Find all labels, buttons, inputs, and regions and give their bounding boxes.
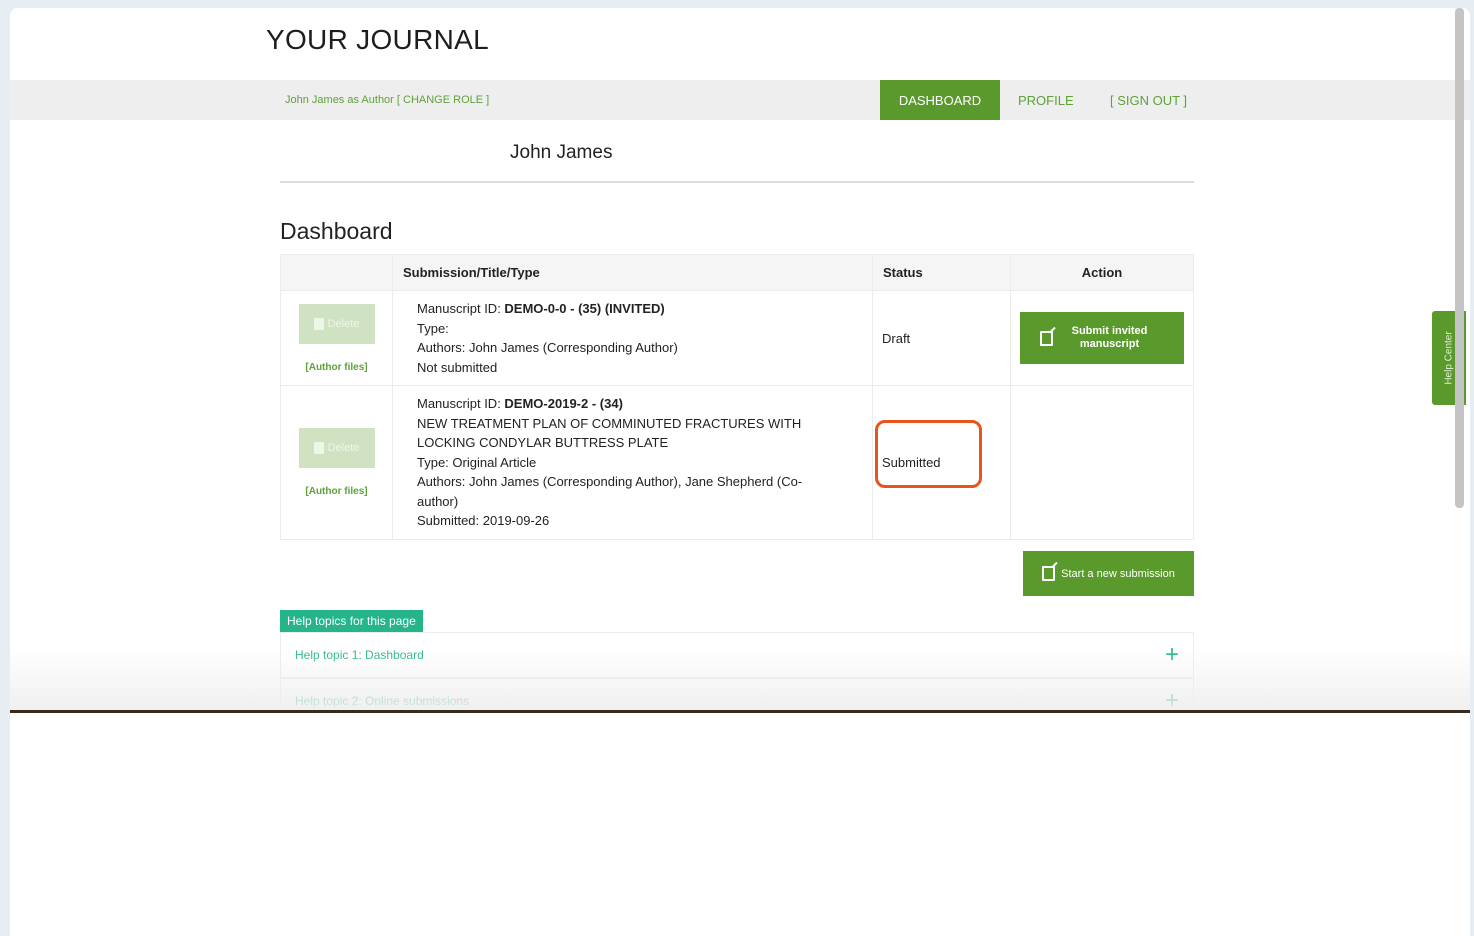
- table-row: Delete [Author files] Manuscript ID: DEM…: [280, 290, 1194, 386]
- help-center-label: Help Center: [1443, 331, 1455, 385]
- submission-details: Manuscript ID: DEMO-2019-2 - (34) NEW TR…: [392, 385, 873, 540]
- submissions-table: Submission/Title/Type Status Action Dele…: [280, 254, 1194, 540]
- browser-frame: YOUR JOURNAL John James as Author [ CHAN…: [10, 8, 1470, 936]
- plus-icon[interactable]: +: [1165, 687, 1179, 712]
- manuscript-id-line: Manuscript ID: DEMO-2019-2 - (34): [417, 394, 862, 414]
- trash-icon: [313, 317, 324, 330]
- nav-profile-link[interactable]: PROFILE: [1018, 93, 1074, 108]
- page-title: Dashboard: [280, 218, 393, 244]
- edit-document-icon: [1042, 566, 1056, 581]
- user-name: John James: [510, 142, 613, 163]
- help-topic-row[interactable]: Help topic 2: Online submissions +: [280, 678, 1194, 712]
- nav-sign-out-link[interactable]: [ SIGN OUT ]: [1110, 93, 1187, 108]
- manuscript-id: DEMO-2019-2 - (34): [504, 396, 623, 411]
- delete-label: Delete: [327, 317, 360, 330]
- status-text: Draft: [882, 330, 911, 346]
- detail-line: Authors: John James (Corresponding Autho…: [417, 340, 678, 355]
- header-action: Action: [1010, 254, 1194, 291]
- detail-line: NEW TREATMENT PLAN OF COMMINUTED FRACTUR…: [417, 415, 802, 431]
- status-cell: Draft: [872, 290, 1011, 386]
- header-submission: Submission/Title/Type: [392, 254, 873, 291]
- help-topic-label: Help topic 2: Online submissions: [295, 694, 470, 708]
- status-highlight-box: [875, 420, 982, 488]
- delete-cell: Delete [Author files]: [280, 290, 393, 386]
- journal-title: YOUR JOURNAL: [266, 24, 489, 55]
- detail-line: Not submitted: [417, 359, 498, 375]
- delete-button[interactable]: Delete: [298, 427, 375, 468]
- start-new-submission-label: Start a new submission: [1061, 567, 1175, 580]
- detail-line: Type:: [417, 320, 449, 336]
- change-role-link[interactable]: John James as Author [ CHANGE ROLE ]: [285, 94, 489, 106]
- header-status: Status: [872, 254, 1011, 291]
- plus-icon[interactable]: +: [1165, 641, 1179, 669]
- nav-dashboard-tab[interactable]: DASHBOARD: [880, 80, 1000, 120]
- nav-bar: John James as Author [ CHANGE ROLE ] DAS…: [10, 80, 1470, 120]
- submit-invited-label: Submit invited manuscript: [1071, 325, 1148, 350]
- screenshot-edge: [10, 710, 1470, 713]
- manuscript-id: DEMO-0-0 - (35) (INVITED): [504, 301, 665, 316]
- manuscript-id-prefix: Manuscript ID:: [417, 301, 505, 316]
- detail-line: author): [417, 493, 459, 509]
- submission-details: Manuscript ID: DEMO-0-0 - (35) (INVITED)…: [392, 290, 873, 386]
- detail-line: Type: Original Article: [417, 454, 537, 470]
- detail-line: Authors: John James (Corresponding Autho…: [417, 474, 803, 489]
- trash-icon: [313, 441, 324, 454]
- edit-document-icon: [1039, 330, 1053, 346]
- manuscript-id-line: Manuscript ID: DEMO-0-0 - (35) (INVITED): [417, 299, 862, 319]
- detail-line: LOCKING CONDYLAR BUTTRESS PLATE: [417, 435, 669, 450]
- table-header-row: Submission/Title/Type Status Action: [280, 254, 1194, 291]
- action-cell: Submit invited manuscript: [1010, 290, 1194, 386]
- scrollbar[interactable]: [1455, 8, 1464, 508]
- action-cell: [1010, 385, 1194, 540]
- table-row: Delete [Author files] Manuscript ID: DEM…: [280, 385, 1194, 540]
- help-topic-row[interactable]: Help topic 1: Dashboard +: [280, 632, 1194, 678]
- help-topics-badge: Help topics for this page: [280, 610, 423, 632]
- author-files-link[interactable]: [Author files]: [281, 362, 392, 373]
- author-files-link[interactable]: [Author files]: [281, 486, 392, 497]
- journal-page: YOUR JOURNAL John James as Author [ CHAN…: [10, 8, 1470, 712]
- submit-invited-manuscript-button[interactable]: Submit invited manuscript: [1020, 312, 1184, 364]
- header-delete-column: [280, 254, 393, 291]
- delete-label: Delete: [327, 441, 360, 454]
- status-cell: Submitted: [872, 385, 1011, 540]
- help-topic-label: Help topic 1: Dashboard: [295, 648, 424, 662]
- detail-line: Submitted: 2019-09-26: [417, 513, 550, 528]
- manuscript-id-prefix: Manuscript ID:: [417, 396, 505, 411]
- start-new-submission-button[interactable]: Start a new submission: [1023, 551, 1194, 596]
- delete-button[interactable]: Delete: [298, 303, 375, 344]
- delete-cell: Delete [Author files]: [280, 385, 393, 540]
- divider: [280, 181, 1194, 183]
